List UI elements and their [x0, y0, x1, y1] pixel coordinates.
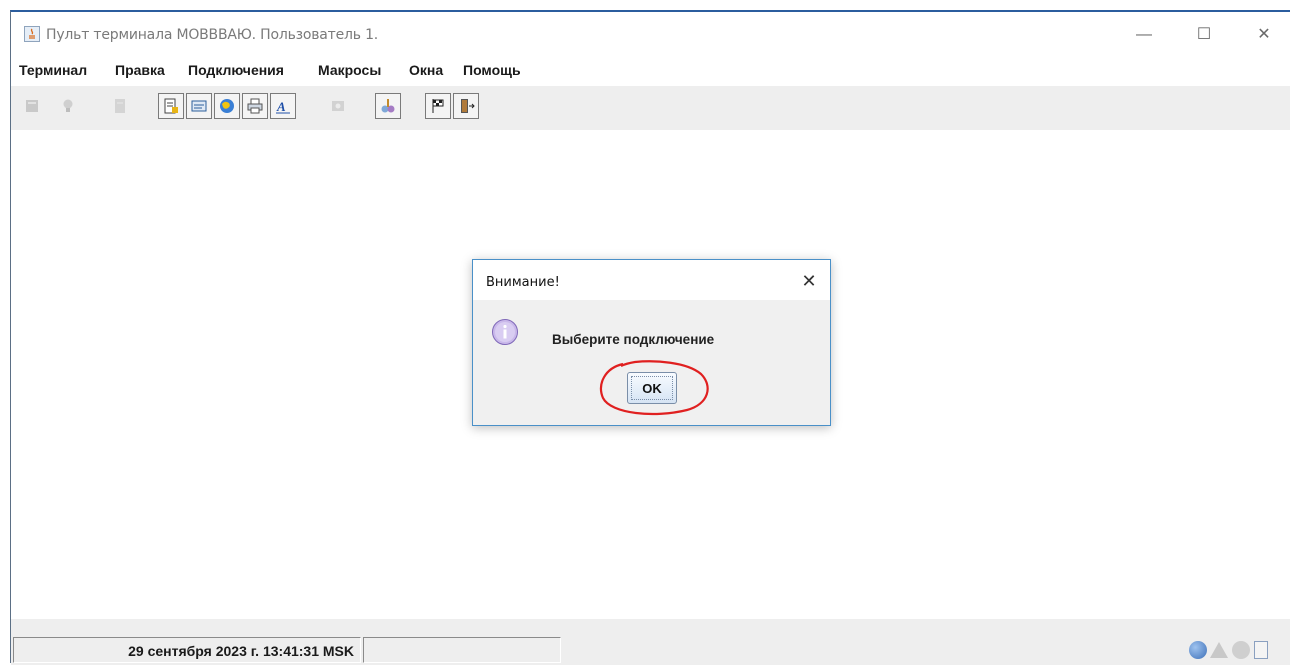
connect-icon[interactable] — [19, 93, 45, 119]
toolbar: A — [11, 86, 1290, 130]
tools-icon[interactable] — [375, 93, 401, 119]
menu-windows[interactable]: Окна — [409, 62, 443, 78]
dialog-message: Выберите подключение — [552, 332, 715, 347]
close-window-button[interactable]: ✕ — [1241, 20, 1287, 50]
exit-icon[interactable] — [453, 93, 479, 119]
menu-edit[interactable]: Правка — [115, 62, 165, 78]
menu-help[interactable]: Помощь — [463, 62, 521, 78]
attention-dialog: Внимание! ✕ Выберите подключение OK — [472, 259, 831, 426]
status-datetime-cell: 29 сентября 2023 г. 13:41:31 MSK — [13, 637, 361, 663]
dialog-header: Внимание! ✕ — [473, 260, 830, 300]
dialog-close-button[interactable]: ✕ — [798, 270, 820, 292]
ok-button-label: OK — [631, 376, 673, 400]
log-icon[interactable] — [1254, 641, 1268, 659]
error-icon[interactable] — [1232, 641, 1250, 659]
flags-icon[interactable] — [425, 93, 451, 119]
status-empty-cell — [363, 637, 561, 663]
menu-terminal[interactable]: Терминал — [19, 62, 87, 78]
warning-icon[interactable] — [1210, 642, 1228, 658]
java-app-icon — [24, 26, 40, 42]
lightbulb-icon[interactable] — [55, 93, 81, 119]
info-icon[interactable] — [1189, 641, 1207, 659]
minimize-button[interactable]: — — [1121, 20, 1167, 50]
window-title: Пульт терминала MOBBBAЮ. Пользователь 1. — [46, 27, 379, 43]
report-icon[interactable] — [158, 93, 184, 119]
maximize-button[interactable]: ☐ — [1181, 20, 1227, 50]
info-icon — [492, 319, 518, 345]
status-datetime: 29 сентября 2023 г. 13:41:31 MSK — [128, 643, 354, 659]
dialog-title: Внимание! — [486, 275, 560, 290]
status-bar: 29 сентября 2023 г. 13:41:31 MSK — [11, 633, 1290, 665]
title-bar: Пульт терминала MOBBBAЮ. Пользователь 1.… — [11, 12, 1290, 58]
workspace-bottom-strip — [11, 619, 1290, 633]
menu-macros[interactable]: Макросы — [318, 62, 381, 78]
network-icon[interactable] — [325, 93, 351, 119]
menu-bar: Терминал Правка Подключения Макросы Окна… — [11, 58, 1290, 84]
printer-icon[interactable] — [242, 93, 268, 119]
font-icon[interactable]: A — [270, 93, 296, 119]
globe-icon[interactable] — [214, 93, 240, 119]
window-icon[interactable] — [186, 93, 212, 119]
svg-text:A: A — [276, 99, 286, 114]
menu-connections[interactable]: Подключения — [188, 62, 284, 78]
document-icon[interactable] — [107, 93, 133, 119]
ok-button[interactable]: OK — [627, 372, 677, 404]
